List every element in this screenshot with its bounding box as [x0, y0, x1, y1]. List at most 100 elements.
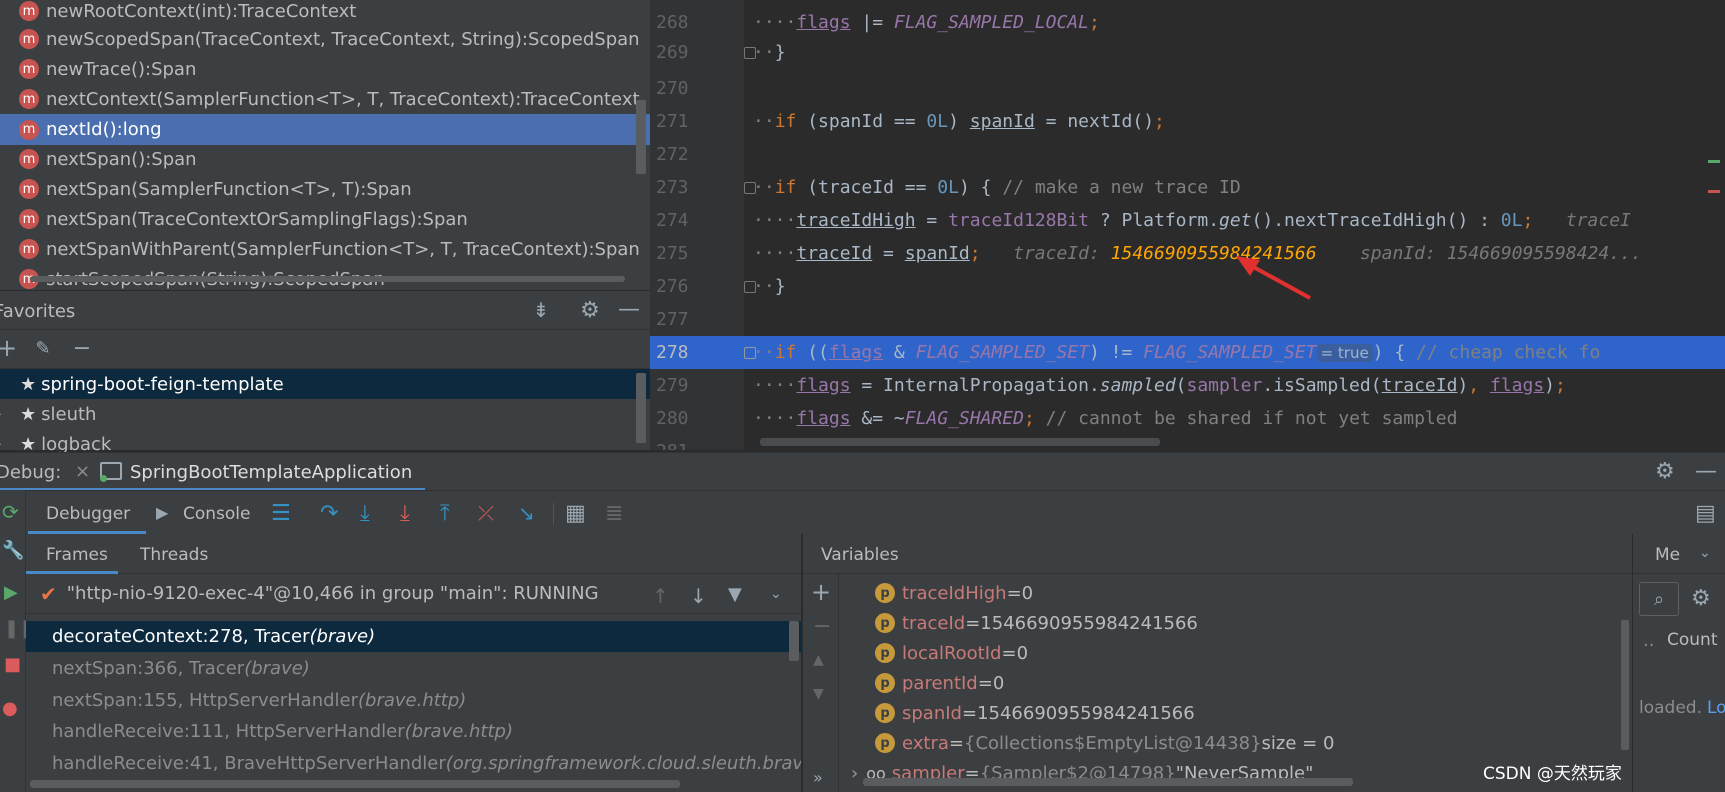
- chevron-down-icon[interactable]: ⌄: [770, 586, 782, 602]
- run-to-cursor-icon[interactable]: ↘: [518, 501, 535, 525]
- expand-arrow-icon[interactable]: ›: [851, 763, 858, 784]
- tab-threads[interactable]: Threads: [140, 545, 208, 565]
- frames-scrollbar[interactable]: [789, 621, 799, 661]
- frame-row[interactable]: handleReceive:111, HttpServerHandler (br…: [26, 716, 801, 747]
- favorite-item-selected[interactable]: ★ spring-boot-feign-template: [0, 369, 650, 399]
- move-up-icon[interactable]: ▲: [813, 652, 824, 668]
- evaluate-expression-icon[interactable]: ▦: [565, 501, 586, 526]
- layout-icon[interactable]: ▤: [1695, 501, 1716, 526]
- step-over-icon[interactable]: ↷: [320, 501, 338, 526]
- structure-item-selected[interactable]: m nextId():long: [0, 114, 650, 145]
- frame-row-selected[interactable]: decorateContext:278, Tracer (brave): [26, 621, 801, 652]
- step-into-icon[interactable]: ⤓: [360, 501, 370, 526]
- line-number: 268: [656, 12, 689, 33]
- annotation-arrow-icon: [1236, 256, 1311, 300]
- frame-row[interactable]: handleReceive:41, BraveHttpServerHandler…: [26, 748, 801, 779]
- load-link[interactable]: Lo: [1707, 698, 1725, 718]
- variable-name: traceId: [902, 612, 966, 634]
- variables-scrollbar[interactable]: [1621, 620, 1629, 750]
- structure-item[interactable]: m nextContext(SamplerFunction<T>, T, Trac…: [0, 84, 650, 114]
- variables-hscrollbar[interactable]: [863, 778, 1353, 786]
- view-breakpoints-icon[interactable]: ●: [2, 698, 18, 719]
- add-icon[interactable]: +: [0, 334, 17, 362]
- code-editor[interactable]: 268 ····flags |= FLAG_SAMPLED_LOCAL; 269…: [650, 0, 1725, 450]
- check-icon: ✔: [40, 581, 57, 606]
- code-line-current: 278 ··if ((flags & FLAG_SAMPLED_SET) != …: [650, 336, 1725, 369]
- tab-frames[interactable]: Frames: [46, 545, 108, 565]
- tab-console[interactable]: Console: [183, 504, 251, 524]
- code-line: 277: [650, 303, 1725, 336]
- trace-stream-icon[interactable]: ≣: [605, 501, 623, 526]
- minimize-icon[interactable]: —: [1695, 459, 1717, 484]
- variable-value: 0: [992, 672, 1005, 694]
- memory-panel: Me ⌄ ⌕ ⚙ .. Count loaded. Lo: [1632, 534, 1725, 792]
- code-line: 268 ····flags |= FLAG_SAMPLED_LOCAL;: [650, 6, 1725, 39]
- favorites-scrollbar[interactable]: [636, 373, 646, 443]
- rerun-icon[interactable]: ⟳: [2, 500, 19, 524]
- code-text: ····flags = InternalPropagation.sampled(…: [753, 375, 1566, 396]
- close-icon[interactable]: ×: [75, 461, 90, 482]
- column-menu-icon[interactable]: ..: [1643, 630, 1654, 651]
- gear-icon[interactable]: ⚙: [1691, 586, 1711, 611]
- divider: [553, 503, 554, 525]
- run-config-tab[interactable]: SpringBootTemplateApplication: [130, 462, 412, 483]
- add-watch-icon[interactable]: +: [811, 578, 831, 606]
- drop-frame-icon[interactable]: ⤫: [478, 501, 494, 525]
- code-text: ··if ((flags & FLAG_SAMPLED_SET) != FLAG…: [753, 342, 1601, 363]
- list-lines-icon[interactable]: ☰: [271, 501, 291, 526]
- wrench-icon[interactable]: 🔧: [2, 540, 24, 561]
- frame-row[interactable]: nextSpan:366, Tracer (brave): [26, 653, 801, 684]
- variable-row[interactable]: p extra = {Collections$EmptyList@14438} s…: [875, 728, 1705, 758]
- variable-object-ref: {Collections$EmptyList@14438}: [964, 732, 1262, 754]
- thread-selector[interactable]: ✔ "http-nio-9120-exec-4"@10,466 in group…: [26, 574, 801, 614]
- structure-item[interactable]: m nextSpanWithParent(SamplerFunction<T>, …: [0, 234, 650, 264]
- method-icon: m: [19, 1, 39, 21]
- structure-item[interactable]: m newTrace():Span: [0, 54, 650, 84]
- code-text: ··}: [753, 276, 786, 297]
- force-step-into-icon[interactable]: ⤓: [400, 501, 410, 526]
- collapse-all-icon[interactable]: ⇟: [530, 298, 552, 322]
- error-stripe-marker: [1708, 160, 1720, 163]
- structure-item[interactable]: m nextSpan(SamplerFunction<T>, T):Span: [0, 174, 650, 204]
- search-icon[interactable]: ⌕: [1639, 582, 1679, 616]
- favorite-item[interactable]: › ★sleuth: [0, 399, 650, 429]
- gear-icon[interactable]: ⚙: [578, 298, 602, 323]
- variable-row[interactable]: p spanId = 1546690955984241566: [875, 698, 1705, 728]
- variable-row[interactable]: p parentId = 0: [875, 668, 1705, 698]
- code-line: 275 ····traceId = spanId; traceId: 15466…: [650, 237, 1725, 270]
- structure-item[interactable]: m newRootContext(int):TraceContext: [0, 0, 650, 26]
- frames-hscrollbar[interactable]: [30, 780, 680, 788]
- remove-icon[interactable]: −: [72, 336, 92, 361]
- line-number: 279: [656, 375, 689, 396]
- structure-hscrollbar[interactable]: [30, 276, 625, 282]
- more-icon[interactable]: »: [813, 768, 823, 787]
- variable-row[interactable]: p traceId = 1546690955984241566: [875, 608, 1705, 638]
- structure-item[interactable]: m nextSpan(TraceContextOrSamplingFlags):S…: [0, 204, 650, 234]
- move-down-icon[interactable]: ▼: [813, 686, 824, 702]
- remove-watch-icon[interactable]: −: [813, 614, 831, 639]
- expand-arrow-icon[interactable]: ›: [0, 407, 2, 421]
- tab-memory[interactable]: Me: [1655, 545, 1680, 565]
- edit-pencil-icon[interactable]: ✎: [32, 337, 54, 359]
- structure-item[interactable]: m newScopedSpan(TraceContext, TraceContex…: [0, 24, 650, 54]
- expand-arrow-icon[interactable]: ›: [0, 437, 2, 451]
- variable-name: localRootId: [902, 642, 1002, 664]
- chevron-down-icon[interactable]: ⌄: [1699, 545, 1711, 561]
- editor-hscrollbar[interactable]: [760, 438, 1160, 446]
- gear-icon[interactable]: ⚙: [1655, 459, 1675, 484]
- minimize-icon[interactable]: —: [618, 297, 640, 322]
- structure-item[interactable]: m nextSpan():Span: [0, 144, 650, 174]
- variable-row[interactable]: p localRootId = 0: [875, 638, 1705, 668]
- variable-row[interactable]: p traceIdHigh = 0: [875, 578, 1705, 608]
- tab-debugger[interactable]: Debugger: [46, 504, 130, 524]
- frame-row[interactable]: nextSpan:155, HttpServerHandler (brave.h…: [26, 685, 801, 716]
- method-icon: m: [19, 209, 39, 229]
- structure-scrollbar[interactable]: [636, 100, 646, 174]
- filter-icon[interactable]: ▼: [728, 584, 742, 605]
- count-column-header[interactable]: Count: [1667, 630, 1718, 650]
- stop-icon[interactable]: ■: [4, 654, 21, 675]
- down-arrow-icon[interactable]: ↓: [690, 584, 707, 608]
- step-out-icon[interactable]: ⤒: [440, 501, 450, 526]
- resume-icon[interactable]: ▶: [4, 582, 18, 603]
- up-arrow-icon[interactable]: ↑: [652, 584, 669, 608]
